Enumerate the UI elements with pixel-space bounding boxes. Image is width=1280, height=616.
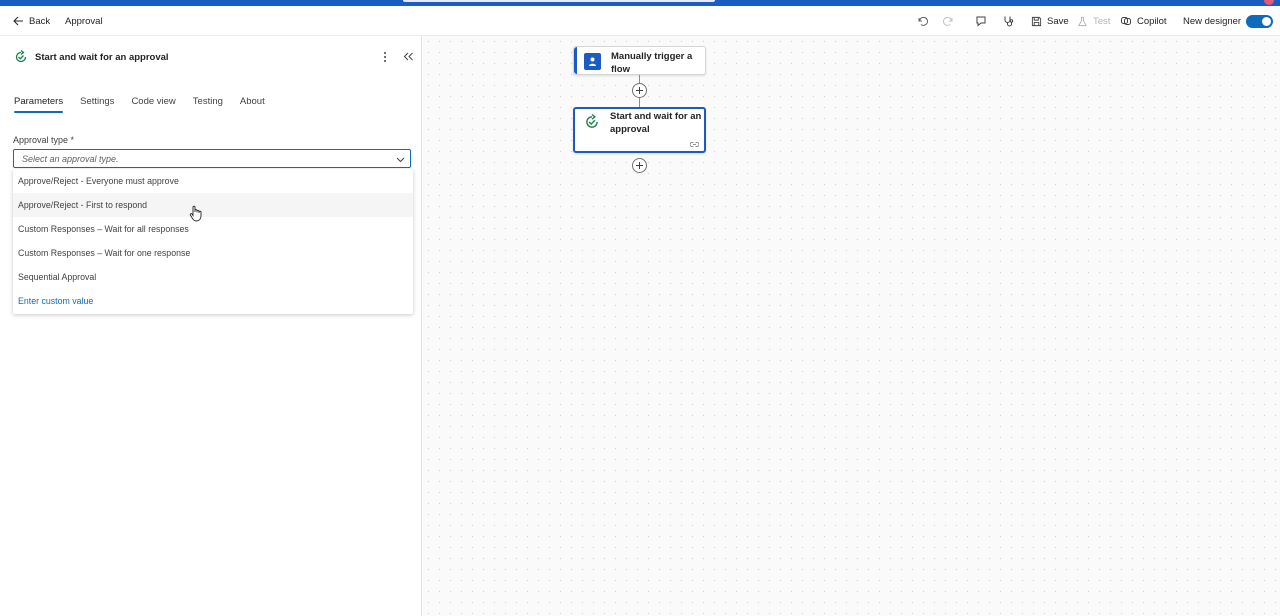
add-step-button[interactable] (632, 158, 647, 173)
save-button[interactable]: Save (1031, 6, 1069, 36)
undo-button[interactable] (916, 6, 928, 36)
enter-custom-value-link[interactable]: Enter custom value (13, 289, 413, 313)
action-details-panel: Start and wait for an approval Parameter… (0, 36, 422, 616)
back-label: Back (29, 15, 51, 27)
flow-name: Approval (65, 6, 103, 36)
test-button[interactable]: Test (1077, 6, 1110, 36)
tab-code-view[interactable]: Code view (131, 96, 175, 113)
tab-settings[interactable]: Settings (80, 96, 114, 113)
copilot-icon (1121, 17, 1131, 25)
user-avatar[interactable] (1264, 0, 1274, 5)
add-step-button[interactable] (632, 83, 647, 98)
tab-parameters[interactable]: Parameters (14, 96, 64, 113)
new-designer-label: New designer (1183, 15, 1242, 27)
copilot-label: Copilot (1137, 15, 1167, 27)
save-label: Save (1047, 15, 1069, 27)
panel-tabs: Parameters Settings Code view Testing Ab… (14, 96, 282, 113)
approval-type-placeholder: Select an approval type. (22, 154, 119, 164)
test-label: Test (1093, 15, 1111, 27)
approval-type-select[interactable]: Select an approval type. (13, 149, 411, 168)
copilot-button[interactable]: Copilot (1120, 6, 1167, 36)
plus-icon (636, 87, 643, 94)
approval-icon (15, 50, 27, 63)
trigger-node[interactable]: Manually trigger a flow (573, 46, 706, 75)
approval-node-title: Start and wait for an approval (610, 111, 702, 135)
arrow-left-icon (13, 16, 23, 26)
back-button[interactable]: Back (12, 6, 50, 36)
stethoscope-icon (1004, 16, 1014, 27)
flow-canvas[interactable] (423, 36, 1280, 616)
option-wait-for-one-response[interactable]: Custom Responses – Wait for one response (13, 241, 413, 265)
approval-type-label: Approval type * (13, 135, 75, 145)
option-first-to-respond[interactable]: Approve/Reject - First to respond (13, 193, 413, 217)
connector-line (639, 98, 640, 107)
approval-node[interactable]: Start and wait for an approval (573, 107, 706, 153)
comments-button[interactable] (975, 6, 987, 36)
option-wait-for-all-responses[interactable]: Custom Responses – Wait for all response… (13, 217, 413, 241)
comment-icon (976, 16, 986, 27)
option-sequential-approval[interactable]: Sequential Approval (13, 265, 413, 289)
user-trigger-icon (584, 53, 601, 70)
panel-title: Start and wait for an approval (35, 52, 169, 63)
plus-icon (636, 162, 643, 169)
node-accent-bar (574, 47, 577, 74)
hand-pointer-icon (189, 205, 202, 222)
global-search-bar[interactable] (403, 0, 715, 2)
chevron-down-icon (396, 157, 405, 163)
collapse-panel-icon[interactable] (403, 51, 414, 62)
approval-icon (586, 114, 598, 128)
flow-name-text: Approval (65, 15, 103, 27)
tab-about[interactable]: About (240, 96, 265, 113)
more-options-icon[interactable] (381, 51, 389, 63)
toggle-switch[interactable] (1246, 14, 1274, 28)
redo-icon (943, 16, 953, 26)
save-icon (1031, 16, 1042, 26)
trigger-node-title: Manually trigger a flow (611, 51, 693, 75)
new-designer-toggle[interactable]: New designer (1183, 6, 1274, 36)
flow-checker-button[interactable] (1002, 6, 1014, 36)
command-bar: Back Approval Save Test Copilot New desi… (0, 6, 1280, 36)
tab-testing[interactable]: Testing (193, 96, 223, 113)
undo-icon (918, 16, 928, 26)
approval-type-dropdown: Approve/Reject - Everyone must approve A… (13, 169, 413, 314)
link-icon (690, 142, 699, 147)
flask-icon (1078, 16, 1087, 26)
option-everyone-must-approve[interactable]: Approve/Reject - Everyone must approve (13, 169, 413, 193)
redo-button[interactable] (943, 6, 955, 36)
